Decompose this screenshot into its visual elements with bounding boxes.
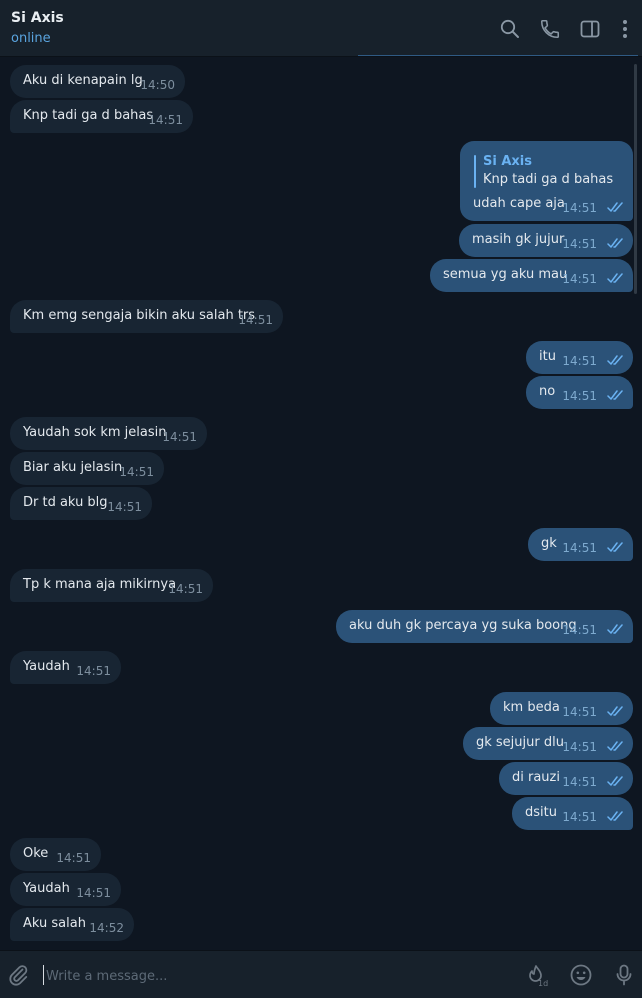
read-receipt-icon (607, 390, 625, 401)
message-time: 14:51 (562, 775, 597, 789)
message-outgoing[interactable]: semua yg aku mau 14:51 (430, 259, 633, 292)
message-text: gk sejujur dlu (476, 735, 564, 750)
message-time: 14:51 (562, 237, 597, 251)
message-text: semua yg aku mau (443, 267, 568, 282)
message-time: 14:51 (76, 886, 111, 900)
message-time: 14:51 (168, 582, 203, 596)
message-incoming[interactable]: Dr td aku blg 14:51 (10, 487, 152, 520)
message-time: 14:51 (107, 500, 142, 514)
message-outgoing[interactable]: gk 14:51 (528, 528, 633, 561)
emoji-icon[interactable] (569, 963, 593, 987)
message-text: km beda (503, 700, 560, 715)
microphone-icon[interactable] (612, 963, 636, 987)
reply-quote: Knp tadi ga d bahas (483, 172, 614, 187)
message-text: Biar aku jelasin (23, 460, 123, 475)
message-text: itu (539, 349, 556, 364)
header-divider (358, 55, 638, 56)
message-text: Yaudah sok km jelasin (23, 425, 167, 440)
message-text: Yaudah (23, 881, 70, 896)
read-receipt-icon (607, 811, 625, 822)
message-text: Knp tadi ga d bahas (23, 108, 154, 123)
message-text: di rauzi (512, 770, 560, 785)
message-incoming[interactable]: Yaudah sok km jelasin 14:51 (10, 417, 207, 450)
message-incoming[interactable]: Yaudah 14:51 (10, 651, 121, 684)
message-time: 14:51 (562, 201, 597, 215)
message-incoming[interactable]: Aku di kenapain lg 14:50 (10, 65, 185, 98)
message-time: 14:51 (562, 389, 597, 403)
read-receipt-icon (607, 706, 625, 717)
message-text: Aku salah (23, 916, 86, 931)
message-text: dsitu (525, 805, 557, 820)
message-outgoing-reply[interactable]: Si Axis Knp tadi ga d bahas udah cape aj… (460, 141, 633, 221)
read-receipt-icon (607, 238, 625, 249)
message-time: 14:51 (562, 705, 597, 719)
read-receipt-icon (607, 202, 625, 213)
message-incoming[interactable]: Tp k mana aja mikirnya 14:51 (10, 569, 213, 602)
read-receipt-icon (607, 355, 625, 366)
read-receipt-icon (607, 273, 625, 284)
chat-title[interactable]: Si Axis (11, 10, 64, 26)
message-text: aku duh gk percaya yg suka boong (349, 618, 577, 633)
sidebar-toggle-icon[interactable] (579, 18, 601, 40)
reply-author: Si Axis (483, 154, 532, 169)
message-outgoing[interactable]: gk sejujur dlu 14:51 (463, 727, 633, 760)
message-incoming[interactable]: Aku salah 14:52 (10, 908, 134, 941)
message-incoming[interactable]: Km emg sengaja bikin aku salah trs 14:51 (10, 300, 283, 333)
search-icon[interactable] (499, 18, 521, 40)
read-receipt-icon (607, 776, 625, 787)
timer-label: 1d (538, 979, 548, 987)
message-time: 14:51 (562, 272, 597, 286)
message-text: Km emg sengaja bikin aku salah trs (23, 308, 256, 323)
more-vertical-icon[interactable] (614, 18, 634, 40)
message-outgoing[interactable]: aku duh gk percaya yg suka boong 14:51 (336, 610, 633, 643)
message-outgoing[interactable]: dsitu 14:51 (512, 797, 633, 830)
chat-header: Si Axis online (0, 0, 642, 57)
message-time: 14:51 (238, 313, 273, 327)
message-input[interactable] (44, 965, 488, 987)
message-incoming[interactable]: Biar aku jelasin 14:51 (10, 452, 164, 485)
message-text: Yaudah (23, 659, 70, 674)
message-text: udah cape aja (473, 196, 565, 211)
message-text: masih gk jujur (472, 232, 565, 247)
read-receipt-icon (607, 624, 625, 635)
message-time: 14:51 (56, 851, 91, 865)
message-incoming[interactable]: Knp tadi ga d bahas 14:51 (10, 100, 193, 133)
message-time: 14:51 (162, 430, 197, 444)
paperclip-icon[interactable] (6, 963, 30, 987)
read-receipt-icon (607, 542, 625, 553)
message-text: gk (541, 536, 557, 551)
message-time: 14:50 (140, 78, 175, 92)
message-incoming[interactable]: Oke 14:51 (10, 838, 101, 871)
message-time: 14:51 (562, 740, 597, 754)
message-text: Oke (23, 846, 49, 861)
message-outgoing[interactable]: itu 14:51 (526, 341, 633, 374)
message-outgoing[interactable]: no 14:51 (526, 376, 633, 409)
message-text: Aku di kenapain lg (23, 73, 143, 88)
message-text: no (539, 384, 556, 399)
message-time: 14:51 (562, 541, 597, 555)
message-time: 14:51 (119, 465, 154, 479)
chat-status: online (11, 31, 51, 46)
message-time: 14:51 (148, 113, 183, 127)
message-incoming[interactable]: Yaudah 14:51 (10, 873, 121, 906)
reply-bar (474, 155, 476, 188)
message-time: 14:51 (562, 810, 597, 824)
message-outgoing[interactable]: masih gk jujur 14:51 (459, 224, 633, 257)
message-outgoing[interactable]: di rauzi 14:51 (499, 762, 633, 795)
message-text: Dr td aku blg (23, 495, 108, 510)
phone-icon[interactable] (539, 18, 561, 40)
read-receipt-icon (607, 741, 625, 752)
message-time: 14:51 (76, 664, 111, 678)
message-time: 14:51 (562, 354, 597, 368)
message-list[interactable]: Aku di kenapain lg 14:50 Knp tadi ga d b… (0, 57, 642, 950)
message-time: 14:51 (562, 623, 597, 637)
self-destruct-timer-icon[interactable]: 1d (524, 963, 548, 987)
scrollbar[interactable] (634, 64, 637, 294)
message-time: 14:52 (89, 921, 124, 935)
message-composer: 1d (0, 950, 642, 998)
message-text: Tp k mana aja mikirnya (23, 577, 177, 592)
message-outgoing[interactable]: km beda 14:51 (490, 692, 633, 725)
